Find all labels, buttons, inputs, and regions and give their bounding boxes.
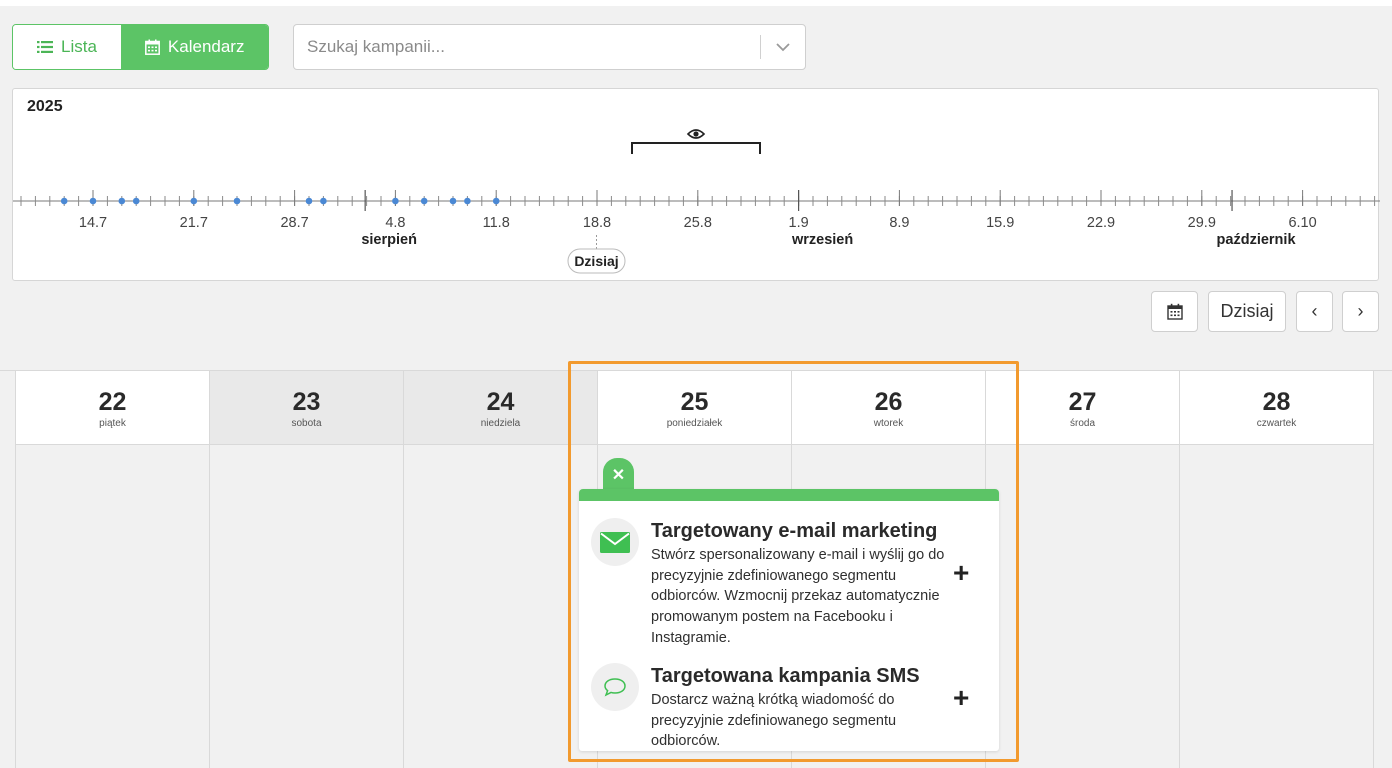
campaign-dot[interactable] [233,197,241,205]
today-marker[interactable]: Dzisiaj [567,248,626,274]
day-header: 25 poniedziałek [598,371,791,445]
campaign-dot[interactable] [449,197,457,205]
day-number: 24 [486,388,515,416]
campaign-dot[interactable] [492,197,500,205]
option-title: Targetowana kampania SMS [651,665,920,687]
add-email-campaign-button[interactable]: + [953,559,969,587]
day-column[interactable]: 24 niedziela [403,371,597,768]
day-number: 23 [292,388,321,416]
next-button[interactable]: › [1342,291,1379,332]
day-header: 23 sobota [210,371,403,445]
top-strip [0,0,1392,6]
day-name: niedziela [480,418,521,429]
day-column[interactable]: 28 czwartek [1179,371,1374,768]
list-view-button[interactable]: Lista [13,25,121,69]
eye-icon [686,129,706,139]
timeline-date-label: 4.8 [385,215,405,231]
day-name: sobota [291,418,322,429]
campaign-dot[interactable] [392,197,399,205]
timeline-date-label: 28.7 [280,215,308,231]
calendar-icon [144,39,160,55]
prev-button[interactable]: ‹ [1296,291,1333,332]
timeline-date-label: 15.9 [986,215,1014,231]
day-number: 27 [1068,388,1097,416]
search-dropdown-toggle[interactable] [761,25,805,69]
campaign-dot[interactable] [60,197,68,205]
campaign-dot[interactable] [118,197,126,205]
today-button-label: Dzisiaj [1220,301,1274,321]
day-header: 22 piątek [16,371,209,445]
timeline-date-label: 22.9 [1087,215,1115,231]
timeline-month-label: wrzesień [791,232,853,248]
day-column[interactable]: 27 środa [985,371,1179,768]
day-header: 27 środa [986,371,1179,445]
list-view-label: Lista [61,37,97,56]
today-button[interactable]: Dzisiaj [1208,291,1286,332]
day-number: 22 [98,388,127,416]
timeline-month-label: sierpień [361,232,417,248]
plus-icon: + [953,557,970,588]
campaign-type-popup: Targetowany e-mail marketing Stwórz sper… [579,489,999,751]
calendar-view-button[interactable]: Kalendarz [120,25,269,69]
day-number: 28 [1262,388,1291,416]
close-popup-button[interactable]: ✕ [603,458,634,492]
campaign-dot[interactable] [89,197,97,205]
timeline-date-label: 6.10 [1288,215,1316,231]
campaign-search [293,24,806,70]
timeline-date-label: 11.8 [483,215,510,231]
campaign-dot[interactable] [132,197,140,205]
day-name: poniedziałek [666,418,723,429]
timeline-date-label: 25.8 [684,215,712,231]
day-header: 26 wtorek [792,371,985,445]
timeline-date-label: 8.9 [889,215,909,231]
day-name: środa [1069,418,1095,429]
chevron-down-icon [776,42,790,51]
day-header: 24 niedziela [404,371,597,445]
campaign-search-input[interactable] [294,25,760,69]
campaign-dot[interactable] [464,197,471,205]
day-name: czwartek [1256,418,1297,429]
timeline-date-label: 14.7 [79,215,107,231]
list-icon [37,41,53,53]
timeline-panel: 2025 14.7 21.7 28.7 4.8 11.8 18.8 25.8 1.9 8.9 15… [12,88,1380,282]
chevron-right-icon: › [1357,301,1364,321]
add-sms-campaign-button[interactable]: + [953,684,969,712]
campaign-dot[interactable] [305,197,313,205]
timeline-date-label: 1.9 [789,215,809,231]
envelope-icon [591,518,639,566]
calendar-icon [1166,303,1183,320]
visible-range-bracket[interactable] [631,129,761,154]
timeline-date-label: 21.7 [180,215,208,231]
day-column[interactable]: 23 sobota [209,371,403,768]
timeline-month-label: październik [1217,232,1297,248]
option-description: Dostarcz ważną krótką wiadomość do precy… [651,692,897,750]
day-header: 28 czwartek [1180,371,1373,445]
campaign-dot[interactable] [190,197,198,205]
calendar-view-label: Kalendarz [167,37,245,56]
campaign-dot[interactable] [320,197,327,205]
plus-icon: + [953,682,970,713]
close-icon: ✕ [611,467,626,484]
speech-bubble-icon [591,663,639,711]
timeline-axis[interactable]: 14.7 21.7 28.7 4.8 11.8 18.8 25.8 1.9 8.9 15.9 22.… [13,89,1380,282]
option-title: Targetowany e-mail marketing [651,520,938,542]
day-name: piątek [99,418,126,429]
view-toggle: Lista Kalendarz [12,24,270,70]
day-column[interactable]: 22 piątek [15,371,209,768]
option-description: Stwórz spersonalizowany e-mail i wyślij … [651,547,945,646]
today-marker-label: Dzisiaj [574,253,618,269]
timeline-date-label: 18.8 [583,215,611,231]
day-number: 25 [680,388,709,416]
day-number: 26 [874,388,903,416]
campaign-dot[interactable] [420,197,428,205]
chevron-left-icon: ‹ [1311,301,1318,321]
day-name: wtorek [873,418,904,429]
timeline-date-label: 29.9 [1188,215,1216,231]
date-picker-button[interactable] [1151,291,1198,332]
